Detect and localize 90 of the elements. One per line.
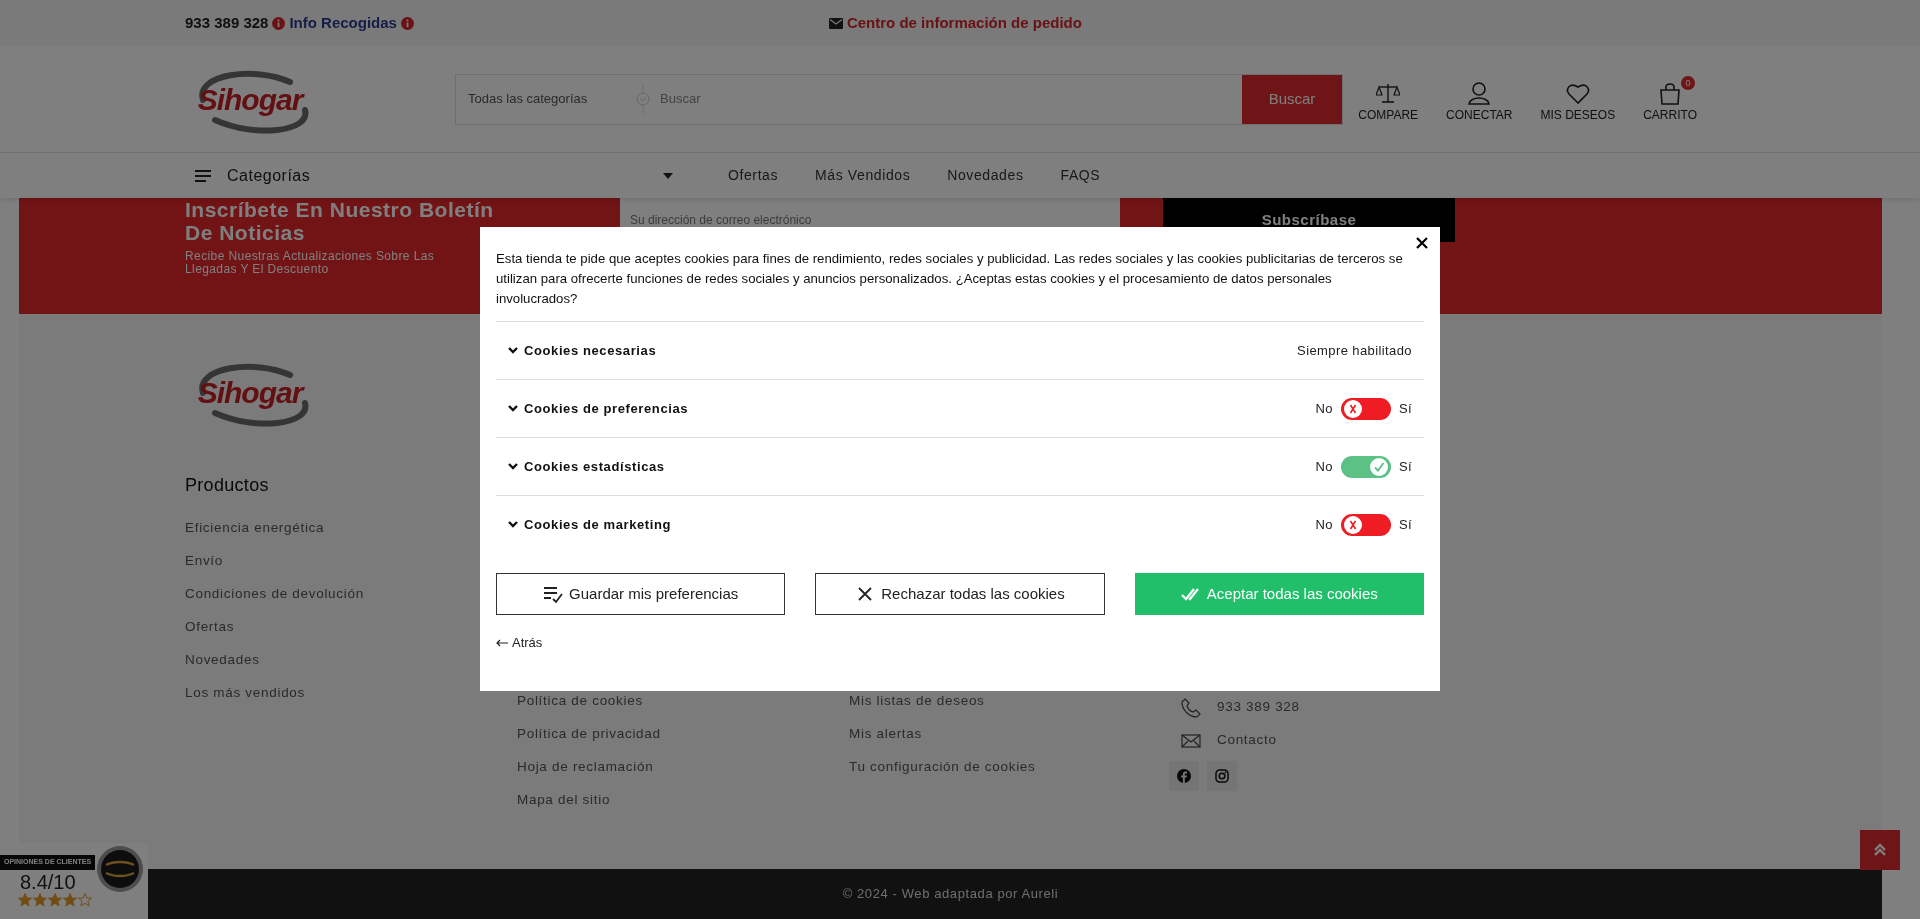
categories-menu[interactable]: Categorías xyxy=(185,163,673,188)
nav-link[interactable]: Ofertas xyxy=(728,165,779,186)
copyright-text: © 2024 - Web adaptada por Aureli xyxy=(842,885,1059,904)
instagram-link[interactable] xyxy=(1207,761,1237,791)
search-button[interactable]: Buscar xyxy=(1242,74,1342,124)
category-select[interactable]: Todas las categorías xyxy=(456,89,636,109)
toggle-off-label: No xyxy=(1315,399,1333,418)
logo[interactable]: Sihogar xyxy=(185,61,315,137)
toggle-off-label: No xyxy=(1315,457,1333,476)
chevron-down-icon xyxy=(508,463,518,470)
category-expander[interactable]: Cookies necesarias xyxy=(508,340,657,361)
contact-link[interactable]: Contacto xyxy=(1217,730,1277,751)
info-icon xyxy=(272,16,286,30)
info-icon xyxy=(400,16,414,30)
caret-icon xyxy=(663,172,673,179)
footer-link[interactable]: Mis alertas xyxy=(849,724,922,757)
toggle-switch[interactable] xyxy=(1340,397,1391,420)
footer-link[interactable]: Envío xyxy=(185,551,224,584)
facebook-link[interactable] xyxy=(1169,761,1199,791)
newsletter-title: Inscríbete En Nuestro Boletín De Noticias xyxy=(185,198,495,245)
info-link[interactable]: Info Recogidas xyxy=(289,11,397,35)
chevron-down-icon xyxy=(508,521,518,528)
star-icon xyxy=(78,893,92,907)
footer-link[interactable]: Política de privacidad xyxy=(517,724,661,757)
status-text: Siempre habilitado xyxy=(1297,341,1412,360)
seal-icon xyxy=(96,845,144,893)
cart-link[interactable]: CARRITO 0 xyxy=(1635,74,1705,124)
save-preferences-button[interactable]: Guardar mis preferencias xyxy=(496,573,786,615)
star-icon xyxy=(18,893,32,907)
scale-icon xyxy=(1376,81,1401,106)
arrow-left-icon xyxy=(496,638,508,647)
newsletter-subtitle: Llegadas Y El Descuento xyxy=(185,262,329,276)
cart-count-badge: 0 xyxy=(1681,75,1695,90)
toggle-off-label: No xyxy=(1315,515,1333,534)
accept-all-button[interactable]: Aceptar todas las cookies xyxy=(1134,573,1424,615)
cookie-notice-text: Esta tienda te pide que aceptes cookies para fines de rendimiento, redes sociales y publicidad. Las redes sociales y las cookies publicitarias de terceros se utilizan para ofrecerte funciones de redes sociales y anuncios personalizados. ¿Aceptas estas cookies y el procesamiento de datos personales involucrados? xyxy=(496,250,1404,308)
category-expander[interactable]: Cookies estadísticas xyxy=(508,456,665,477)
envelope-icon xyxy=(828,17,843,29)
menu-icon xyxy=(195,169,211,182)
scroll-top-button[interactable] xyxy=(1860,830,1900,870)
chevron-down-icon xyxy=(508,405,518,412)
review-score: 8.4/10 xyxy=(20,870,76,895)
nav-link[interactable]: Novedades xyxy=(947,165,1024,186)
star-icon xyxy=(63,893,77,907)
star-icon xyxy=(33,893,47,907)
footer-link[interactable]: Condiciones de devolución xyxy=(185,584,364,617)
compare-link[interactable]: COMPARE xyxy=(1350,74,1427,124)
category-expander[interactable]: Cookies de marketing xyxy=(508,514,672,535)
reject-all-button[interactable]: Rechazar todas las cookies xyxy=(815,573,1105,615)
shopping-bag-icon xyxy=(1658,81,1683,106)
footer-link[interactable]: Los más vendidos xyxy=(185,683,305,716)
toggle-switch[interactable] xyxy=(1340,513,1391,536)
close-button[interactable] xyxy=(1414,235,1430,251)
footer-link[interactable]: Ofertas xyxy=(185,617,235,650)
nav-link[interactable]: FAQS xyxy=(1060,165,1101,186)
search-field[interactable]: Buscar xyxy=(650,88,1242,110)
phone-number: 933 389 328 xyxy=(185,12,269,33)
toggle-on-label: Sí xyxy=(1398,399,1412,418)
phone-link[interactable]: 933 389 328 xyxy=(1217,697,1300,718)
newsletter-subtitle: Recibe Nuestras Actualizaciones Sobre Las xyxy=(185,250,435,263)
footer-link[interactable]: Hoja de reclamación xyxy=(517,757,654,790)
instagram-icon xyxy=(1215,769,1229,783)
footer-link[interactable]: Mis listas de deseos xyxy=(849,691,985,724)
logo[interactable]: Sihogar xyxy=(185,355,315,430)
column-title: Productos xyxy=(185,475,269,497)
check-icon xyxy=(1372,460,1385,473)
user-icon xyxy=(1467,81,1492,106)
heart-icon xyxy=(1565,81,1590,106)
footer-link[interactable]: Novedades xyxy=(185,650,260,683)
wishlist-link[interactable]: MIS DESEOS xyxy=(1532,74,1624,124)
toggle-on-label: Sí xyxy=(1398,515,1412,534)
toggle-switch[interactable] xyxy=(1340,455,1391,478)
facebook-icon xyxy=(1177,769,1191,783)
toggle-on-label: Sí xyxy=(1398,457,1412,476)
category-expander[interactable]: Cookies de preferencias xyxy=(508,398,689,419)
search-bar[interactable]: Todas las categorías Buscar Buscar xyxy=(455,73,1343,125)
close-icon xyxy=(1416,237,1428,249)
back-link[interactable]: Atrás xyxy=(496,633,543,653)
star-icon xyxy=(48,893,62,907)
account-link[interactable]: CONECTAR xyxy=(1438,74,1521,124)
nav-link[interactable]: Más Vendidos xyxy=(815,165,911,186)
footer-link[interactable]: Tu configuración de cookies xyxy=(849,757,1036,790)
footer-link[interactable]: Mapa del sitio xyxy=(517,790,611,823)
footer-link[interactable]: Política de cookies xyxy=(517,691,643,724)
phone-icon xyxy=(1181,697,1201,718)
order-center-link[interactable]: Centro de información de pedido xyxy=(828,11,1082,35)
list-check-icon xyxy=(543,584,564,604)
footer-link[interactable]: Eficiencia energética xyxy=(185,518,325,551)
chevron-down-icon xyxy=(508,347,518,354)
double-chevron-up-icon xyxy=(1873,843,1887,857)
